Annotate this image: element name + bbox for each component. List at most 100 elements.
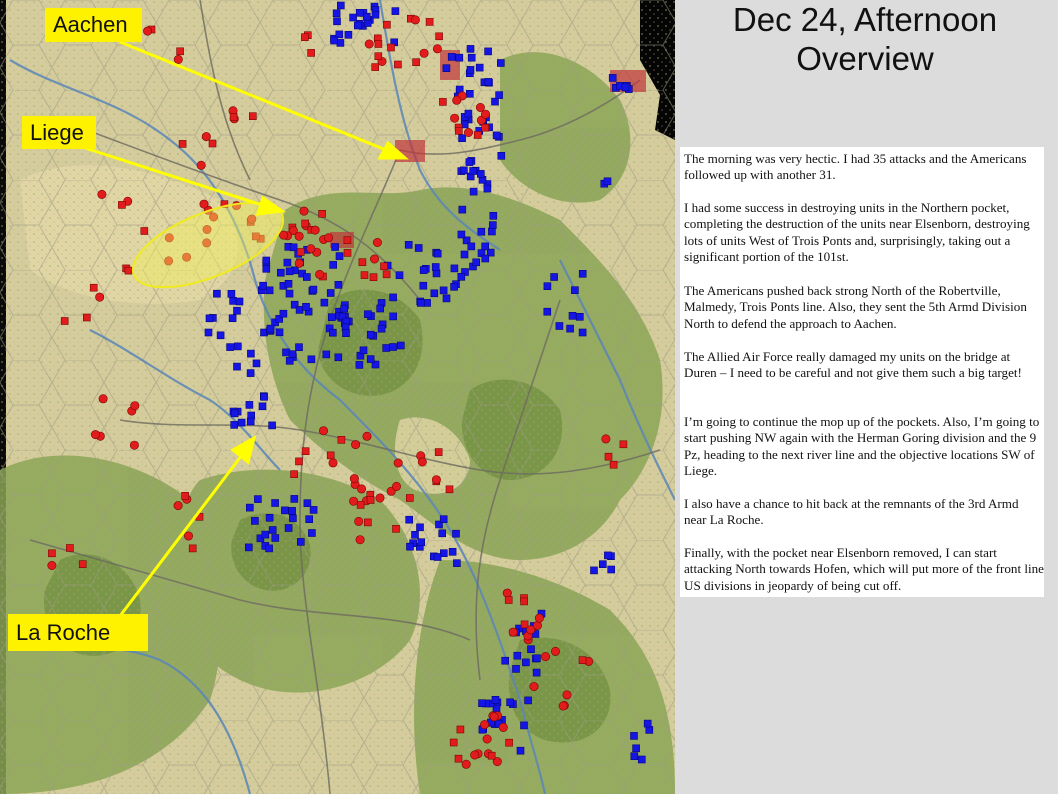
map-label-liege-text: Liege [30,119,84,145]
us-unit-counter [283,258,292,267]
german-unit-counter [419,48,429,58]
us-unit-counter [416,523,424,532]
german-unit-counter [249,112,257,120]
german-unit-counter [463,128,473,138]
us-unit-counter [431,263,440,271]
us-unit-counter [333,17,341,26]
us-unit-counter [275,328,284,337]
map-label-aachen: Aachen [45,8,142,42]
us-unit-counter [453,559,461,568]
us-unit-counter [216,331,225,340]
german-unit-counter [66,544,74,552]
us-unit-counter [246,369,255,377]
german-unit-counter [562,690,572,700]
us-unit-counter [457,272,466,281]
us-unit-counter [288,350,297,359]
us-unit-counter [229,297,237,305]
german-unit-counter [481,123,490,132]
german-unit-counter [394,60,402,69]
german-unit-counter [505,738,513,747]
german-unit-counter [450,113,460,123]
us-unit-counter [289,514,297,523]
us-unit-counter [442,294,451,303]
german-unit-counter [366,496,375,504]
us-unit-counter [276,268,285,277]
german-unit-counter [326,451,335,460]
german-unit-counter [489,712,499,722]
us-unit-counter [330,36,338,45]
german-unit-counter [374,52,383,61]
us-unit-counter [362,12,371,21]
us-unit-counter [391,7,400,15]
us-unit-counter [282,348,290,357]
us-unit-counter [265,286,274,295]
german-unit-counter [508,627,518,637]
german-unit-counter [520,620,529,629]
us-unit-counter [571,286,579,295]
us-unit-counter [252,359,261,368]
us-unit-counter [265,513,274,522]
german-unit-counter [306,244,316,254]
german-unit-counter [328,458,338,468]
us-unit-counter [419,266,428,274]
german-unit-counter [196,160,206,170]
us-unit-counter [340,304,349,313]
us-unit-counter [484,78,493,86]
german-unit-counter [362,431,372,441]
german-unit-counter [619,440,628,449]
us-unit-counter [466,66,475,74]
us-unit-counter [262,264,271,273]
us-unit-counter [497,152,506,160]
us-unit-counter [284,524,293,532]
german-unit-counter [387,43,395,52]
us-unit-counter [336,1,345,10]
german-unit-counter [124,266,133,275]
us-unit-counter [520,721,528,730]
us-unit-counter [233,306,241,315]
us-unit-counter [228,314,237,323]
us-unit-counter [233,362,241,371]
german-unit-counter [540,652,550,662]
us-unit-counter [404,241,413,249]
us-unit-counter [467,53,476,62]
us-unit-counter [433,249,442,258]
us-unit-counter [334,280,343,289]
german-unit-counter [296,248,305,256]
us-unit-counter [271,534,280,542]
german-unit-counter [294,231,304,241]
us-unit-counter [227,289,236,298]
us-unit-counter [481,254,490,263]
us-unit-counter [245,543,253,552]
german-unit-counter [323,233,333,243]
us-unit-counter [247,349,255,358]
us-unit-counter [467,242,476,251]
us-unit-counter [501,656,510,665]
us-unit-counter [465,90,474,98]
us-unit-counter [476,170,485,178]
us-unit-counter [543,282,552,291]
us-unit-counter [336,39,345,47]
us-unit-counter [305,515,314,524]
us-unit-counter [295,343,303,352]
german-unit-counter [60,317,69,325]
german-unit-counter [301,219,310,228]
us-unit-counter [532,668,541,677]
german-unit-counter [78,560,87,569]
german-unit-counter [412,58,420,67]
german-unit-counter [480,720,490,730]
us-unit-counter [307,355,316,364]
german-unit-counter [229,113,238,121]
us-unit-counter [302,273,311,281]
us-unit-counter [603,177,612,186]
us-unit-counter [484,47,492,56]
us-unit-counter [288,507,296,515]
german-unit-counter [95,292,105,302]
german-unit-counter [176,47,184,56]
german-unit-counter [449,738,458,747]
us-unit-counter [578,269,587,278]
slide-title-line1: Dec 24, Afternoon [732,1,998,38]
us-unit-counter [235,297,244,306]
german-unit-counter [47,560,57,570]
narrative-paragraph: The morning was very hectic. I had 35 at… [684,151,1027,183]
german-unit-counter [454,754,463,763]
